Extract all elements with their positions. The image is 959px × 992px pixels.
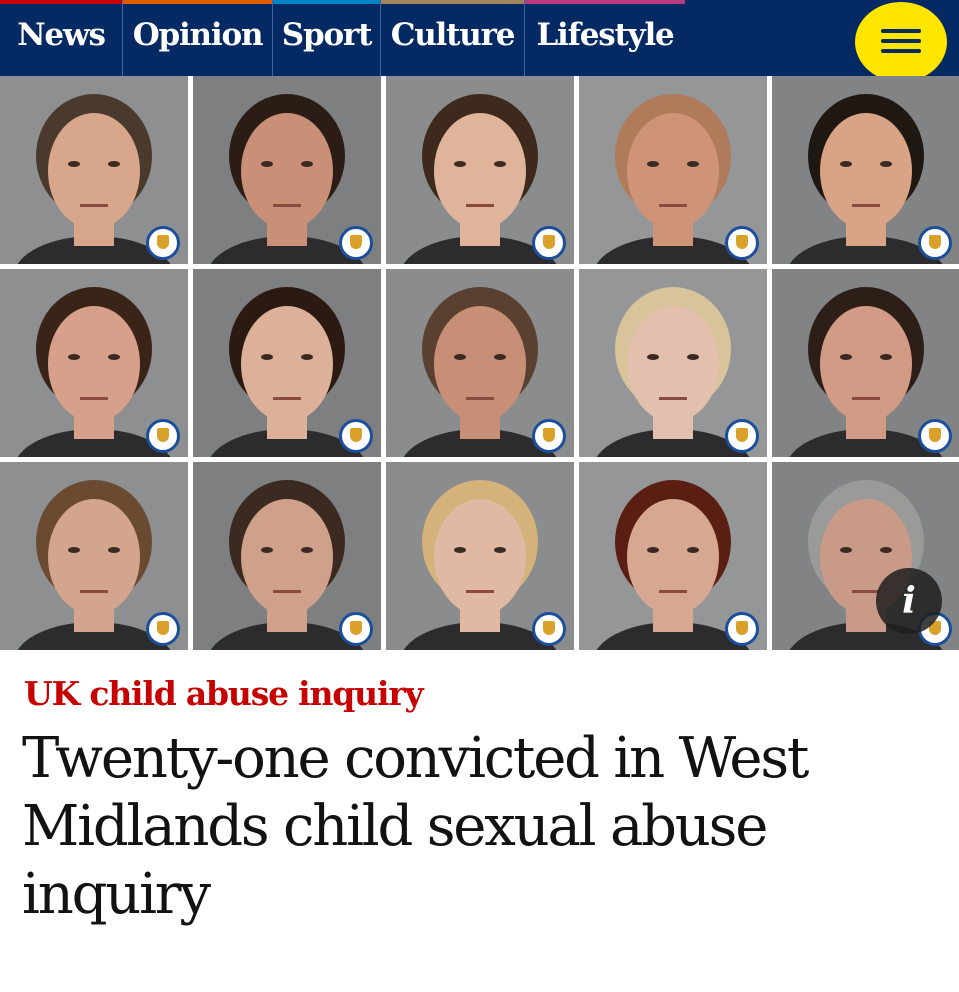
police-crest-icon (532, 612, 566, 646)
mugshot-photo-7 (193, 269, 381, 457)
mugshot-photo-12 (193, 462, 381, 650)
hamburger-icon-bar (881, 39, 921, 43)
police-crest-icon (918, 226, 952, 260)
mugshot-photo-6 (0, 269, 188, 457)
police-crest-icon (918, 419, 952, 453)
police-crest-icon (725, 226, 759, 260)
mugshot-photo-2 (193, 76, 381, 264)
police-crest-icon (725, 419, 759, 453)
mugshot-photo-5 (772, 76, 959, 264)
mugshot-photo-10 (772, 269, 959, 457)
mugshot-photo-11 (0, 462, 188, 650)
nav-item-news[interactable]: News (0, 0, 123, 76)
nav-stripe-sport (273, 0, 380, 4)
nav-label-lifestyle: Lifestyle (536, 17, 674, 53)
image-info-button[interactable]: i (876, 568, 942, 634)
hamburger-icon (881, 29, 921, 33)
nav-item-sport[interactable]: Sport (273, 0, 381, 76)
police-crest-icon (532, 419, 566, 453)
mugshot-photo-3 (386, 76, 574, 264)
police-crest-icon (339, 226, 373, 260)
nav-item-opinion[interactable]: Opinion (123, 0, 273, 76)
nav-label-opinion: Opinion (132, 17, 264, 53)
nav-label-culture: Culture (390, 17, 516, 53)
mugshot-photo-4 (579, 76, 767, 264)
top-navigation: News Opinion Sport Culture Lifestyle (0, 0, 959, 82)
nav-item-culture[interactable]: Culture (381, 0, 525, 76)
mugshot-photo-14 (579, 462, 767, 650)
hamburger-icon-bar (881, 49, 921, 53)
mugshot-photo-8 (386, 269, 574, 457)
mugshot-photo-13 (386, 462, 574, 650)
police-crest-icon (146, 612, 180, 646)
mugshot-photo-1 (0, 76, 188, 264)
police-crest-icon (146, 226, 180, 260)
nav-item-lifestyle[interactable]: Lifestyle (525, 0, 685, 76)
mugshot-photo-9 (579, 269, 767, 457)
menu-button[interactable] (855, 2, 947, 82)
police-crest-icon (725, 612, 759, 646)
police-crest-icon (532, 226, 566, 260)
article-kicker[interactable]: UK child abuse inquiry (24, 672, 424, 716)
nav-stripe-opinion (123, 0, 272, 4)
police-crest-icon (339, 612, 373, 646)
nav-label-news: News (17, 17, 106, 53)
nav-stripe-news (0, 0, 122, 4)
mugshot-grid (0, 76, 959, 652)
police-crest-icon (146, 419, 180, 453)
police-crest-icon (339, 419, 373, 453)
nav-stripe-culture (381, 0, 524, 4)
nav-label-sport: Sport (281, 17, 373, 53)
article-headline[interactable]: Twenty-one convicted in West Midlands ch… (22, 725, 932, 929)
nav-stripe-lifestyle (525, 0, 685, 4)
